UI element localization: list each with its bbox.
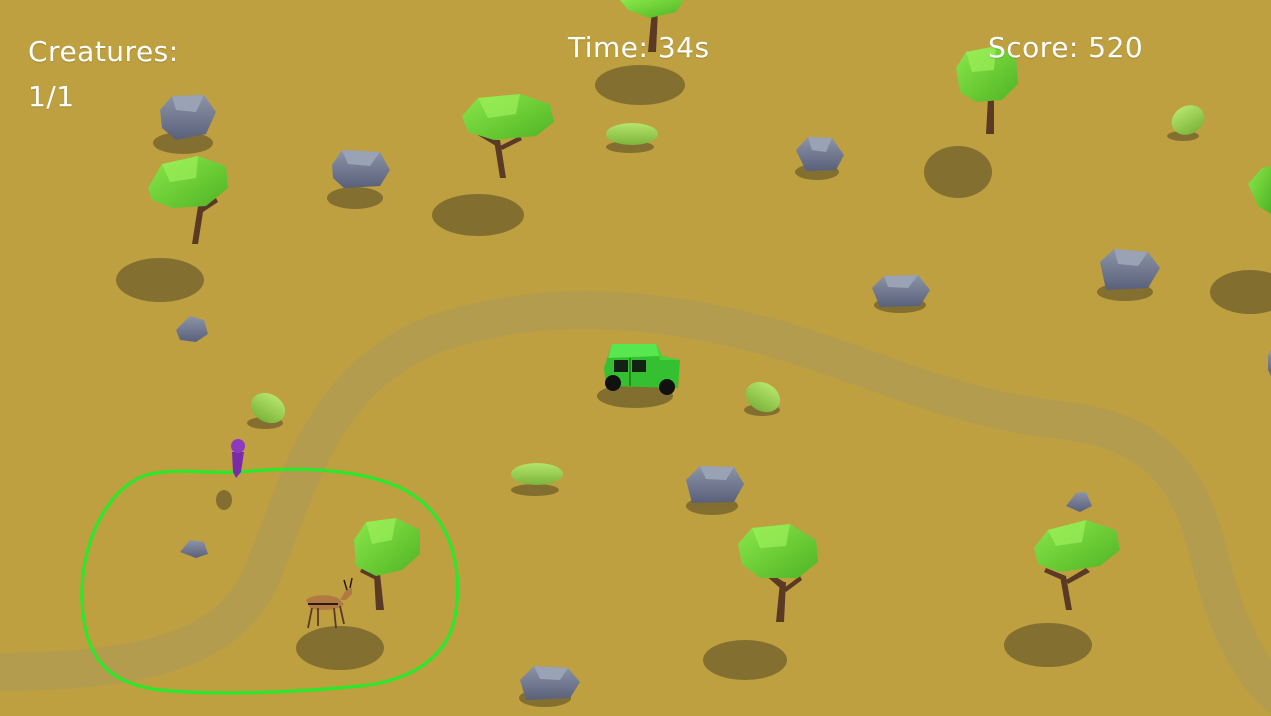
shadows [116,65,1271,707]
gazelle-icon[interactable] [306,577,353,629]
acacia-tree-icon [1248,166,1271,214]
acacia-tree-icon [738,524,818,622]
creatures-counter: Creatures: 1/1 [28,30,179,120]
rock-icon [180,540,208,558]
rock-icon [686,466,744,503]
rock-icon [176,316,208,342]
rock-icon [332,150,390,188]
rock-icon [1100,249,1160,290]
acacia-tree-icon [462,94,554,178]
rock-icon [872,275,930,307]
score-display: Score: 520 [988,31,1144,64]
creatures-label: Creatures: [28,35,179,68]
game-viewport[interactable]: Creatures: 1/1 Time: 34s Score: 520 [0,0,1271,716]
savanna-map[interactable] [0,0,1271,716]
acacia-tree-icon [1034,520,1120,610]
bush-icon [511,463,563,485]
bush-icon [606,123,658,145]
rock-icon [1066,492,1092,512]
acacia-tree-icon [354,518,420,610]
acacia-tree-icon [148,156,228,244]
rock-icon [520,666,580,700]
time-display: Time: 34s [568,31,710,64]
creatures-value: 1/1 [28,79,75,113]
